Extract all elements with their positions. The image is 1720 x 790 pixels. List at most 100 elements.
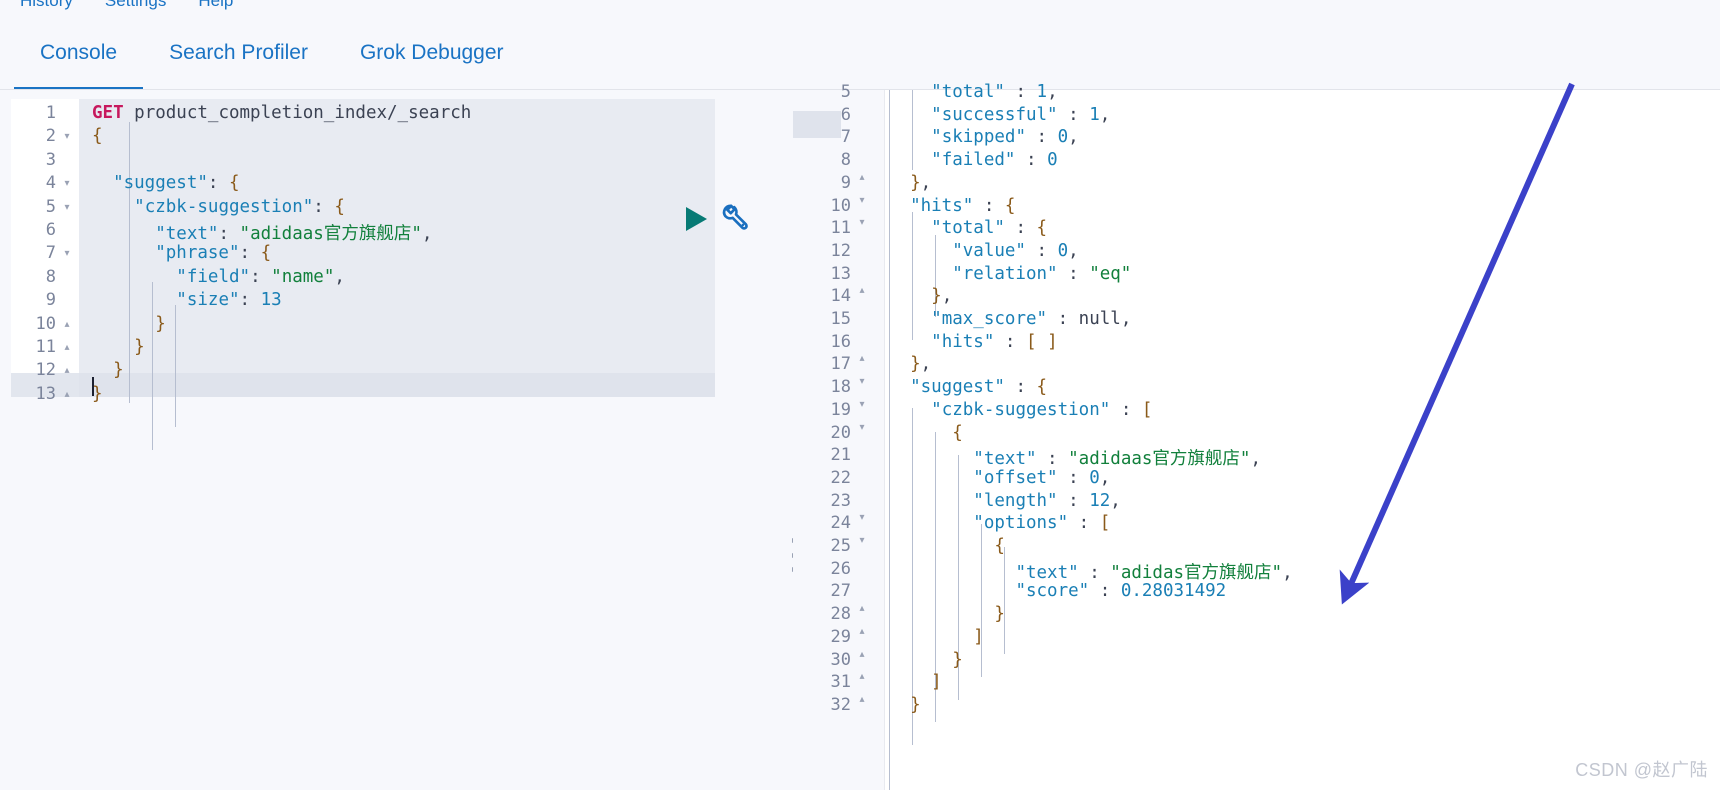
code-line[interactable]: GET product_completion_index/_search bbox=[92, 103, 471, 123]
json-brace: { bbox=[260, 243, 272, 264]
response-line: { bbox=[889, 536, 1005, 556]
request-editor-pane[interactable]: 1 2 ▾ 3 4 ▾ 5 ▾ 6 7 ▾ 8 9 10 ▴ 11 ▴ 12 ▴ 13 ▴ GET product_co… bbox=[0, 90, 793, 790]
fold-toggle-icon[interactable]: ▾ bbox=[855, 195, 869, 206]
line-number: 1 bbox=[45, 103, 56, 123]
menu-item-settings[interactable]: Settings bbox=[89, 0, 182, 16]
json-punct bbox=[324, 197, 335, 217]
response-line: "length" : 12, bbox=[889, 491, 1121, 511]
tab-console[interactable]: Console bbox=[14, 16, 144, 90]
tab-grok-debugger[interactable]: Grok Debugger bbox=[334, 16, 530, 90]
json-punct bbox=[1047, 127, 1058, 147]
json-brace: } bbox=[931, 286, 942, 307]
fold-toggle-icon[interactable]: ▴ bbox=[855, 694, 869, 705]
line-number: 29 bbox=[830, 626, 851, 647]
menu-item-history[interactable]: History bbox=[4, 0, 89, 16]
json-key: "phrase" bbox=[155, 243, 240, 264]
request-path: product_completion_index/_search bbox=[134, 103, 472, 123]
json-punct: , bbox=[334, 266, 345, 287]
response-line: "text" : "adidaas官方旗舰店", bbox=[889, 445, 1261, 470]
line-number: 12 bbox=[830, 240, 851, 261]
response-line: }, bbox=[889, 354, 931, 374]
fold-toggle-icon[interactable]: ▴ bbox=[855, 285, 869, 296]
code-line[interactable]: } bbox=[92, 314, 166, 334]
json-key: "suggest" bbox=[910, 377, 1005, 398]
fold-toggle-icon[interactable]: ▾ bbox=[855, 399, 869, 410]
csdn-watermark: CSDN @赵广陆 bbox=[1575, 760, 1708, 780]
code-line[interactable]: "size": 13 bbox=[92, 290, 281, 310]
fold-toggle-icon[interactable]: ▴ bbox=[60, 336, 74, 359]
fold-toggle-icon[interactable]: ▾ bbox=[60, 242, 74, 265]
json-punct bbox=[261, 267, 272, 287]
json-brace: } bbox=[155, 313, 166, 334]
fold-toggle-icon[interactable]: ▴ bbox=[855, 603, 869, 614]
fold-toggle-icon[interactable]: ▴ bbox=[855, 353, 869, 364]
json-key: "text" bbox=[973, 449, 1037, 470]
response-gutter-divider bbox=[884, 90, 885, 790]
fold-toggle-icon[interactable]: ▴ bbox=[855, 671, 869, 682]
code-line[interactable]: } bbox=[92, 337, 145, 357]
tab-search-profiler[interactable]: Search Profiler bbox=[143, 16, 334, 90]
code-line[interactable]: "text": "adidaas官方旗舰店", bbox=[92, 220, 432, 245]
fold-toggle-icon[interactable]: ▾ bbox=[855, 512, 869, 523]
line-number: 17 bbox=[830, 354, 851, 375]
json-colon: : bbox=[239, 243, 251, 264]
response-viewer-pane[interactable]: 5 6 7 8 9 ▴ 10 ▾ 11 ▾ 12 13 14 ▴ 15 16 17 ▴ 18 ▾ 19 ▾ 20 ▾ 21 22 2… bbox=[793, 82, 1720, 790]
json-number: 1 bbox=[1036, 82, 1048, 102]
play-icon[interactable] bbox=[686, 207, 707, 231]
fold-toggle-icon[interactable]: ▾ bbox=[855, 422, 869, 433]
code-line[interactable]: "phrase": { bbox=[92, 243, 271, 263]
fold-toggle-icon[interactable]: ▾ bbox=[855, 217, 869, 228]
line-number: 9 bbox=[45, 290, 56, 311]
json-number: 12 bbox=[1089, 490, 1111, 511]
fold-toggle-icon[interactable]: ▴ bbox=[60, 383, 74, 406]
code-line[interactable]: } bbox=[92, 360, 124, 380]
json-colon: : bbox=[1004, 377, 1026, 398]
json-punct: , bbox=[421, 224, 433, 244]
json-number: 0.28031492 bbox=[1120, 581, 1227, 602]
code-line[interactable]: { bbox=[92, 126, 103, 146]
fold-toggle-icon[interactable]: ▴ bbox=[60, 359, 74, 382]
fold-toggle-icon[interactable]: ▾ bbox=[60, 172, 74, 195]
json-brace: [ bbox=[1141, 399, 1153, 420]
fold-toggle-icon[interactable]: ▾ bbox=[855, 535, 869, 546]
fold-toggle-icon[interactable]: ▴ bbox=[855, 649, 869, 660]
fold-toggle-icon[interactable]: ▾ bbox=[60, 196, 74, 219]
wrench-icon[interactable] bbox=[718, 200, 752, 234]
code-line[interactable]: "suggest": { bbox=[92, 173, 239, 194]
json-brace: { bbox=[1036, 218, 1048, 239]
json-colon: : bbox=[1015, 150, 1037, 171]
json-brace: } bbox=[910, 172, 921, 193]
line-number: 2 bbox=[45, 126, 56, 147]
json-colon: : bbox=[1089, 581, 1111, 602]
json-punct bbox=[1058, 449, 1069, 469]
json-key: "czbk-suggestion" bbox=[931, 399, 1111, 420]
json-brace: } bbox=[910, 694, 921, 715]
menu-item-help[interactable]: Help bbox=[182, 0, 249, 16]
fold-toggle-icon[interactable]: ▴ bbox=[855, 626, 869, 637]
fold-toggle-icon[interactable]: ▾ bbox=[855, 376, 869, 387]
json-colon: : bbox=[250, 266, 261, 287]
json-number: 0 bbox=[1089, 467, 1100, 488]
json-key: "total" bbox=[931, 218, 1005, 239]
json-brace: { bbox=[994, 536, 1005, 556]
fold-toggle-icon[interactable]: ▴ bbox=[855, 172, 869, 183]
json-colon: : bbox=[1036, 449, 1058, 470]
json-punct: , bbox=[920, 172, 932, 193]
json-brace: ] bbox=[931, 672, 942, 693]
json-key: "length" bbox=[973, 490, 1058, 511]
json-key: "relation" bbox=[952, 263, 1058, 284]
json-colon: : bbox=[1057, 490, 1079, 511]
json-colon: : bbox=[207, 173, 219, 194]
json-key: "value" bbox=[952, 240, 1026, 261]
json-number: 0 bbox=[1057, 127, 1069, 148]
fold-toggle-icon[interactable]: ▾ bbox=[60, 125, 74, 148]
json-punct: , bbox=[1099, 104, 1111, 125]
json-punct: , bbox=[941, 286, 953, 307]
code-line[interactable]: "field": "name", bbox=[92, 267, 345, 287]
response-line: }, bbox=[889, 173, 931, 193]
code-line[interactable]: "czbk-suggestion": { bbox=[92, 197, 345, 217]
json-colon: : bbox=[1004, 218, 1026, 239]
fold-toggle-icon[interactable]: ▴ bbox=[60, 313, 74, 336]
indent-guide bbox=[175, 305, 176, 427]
json-number: 0 bbox=[1047, 150, 1058, 171]
